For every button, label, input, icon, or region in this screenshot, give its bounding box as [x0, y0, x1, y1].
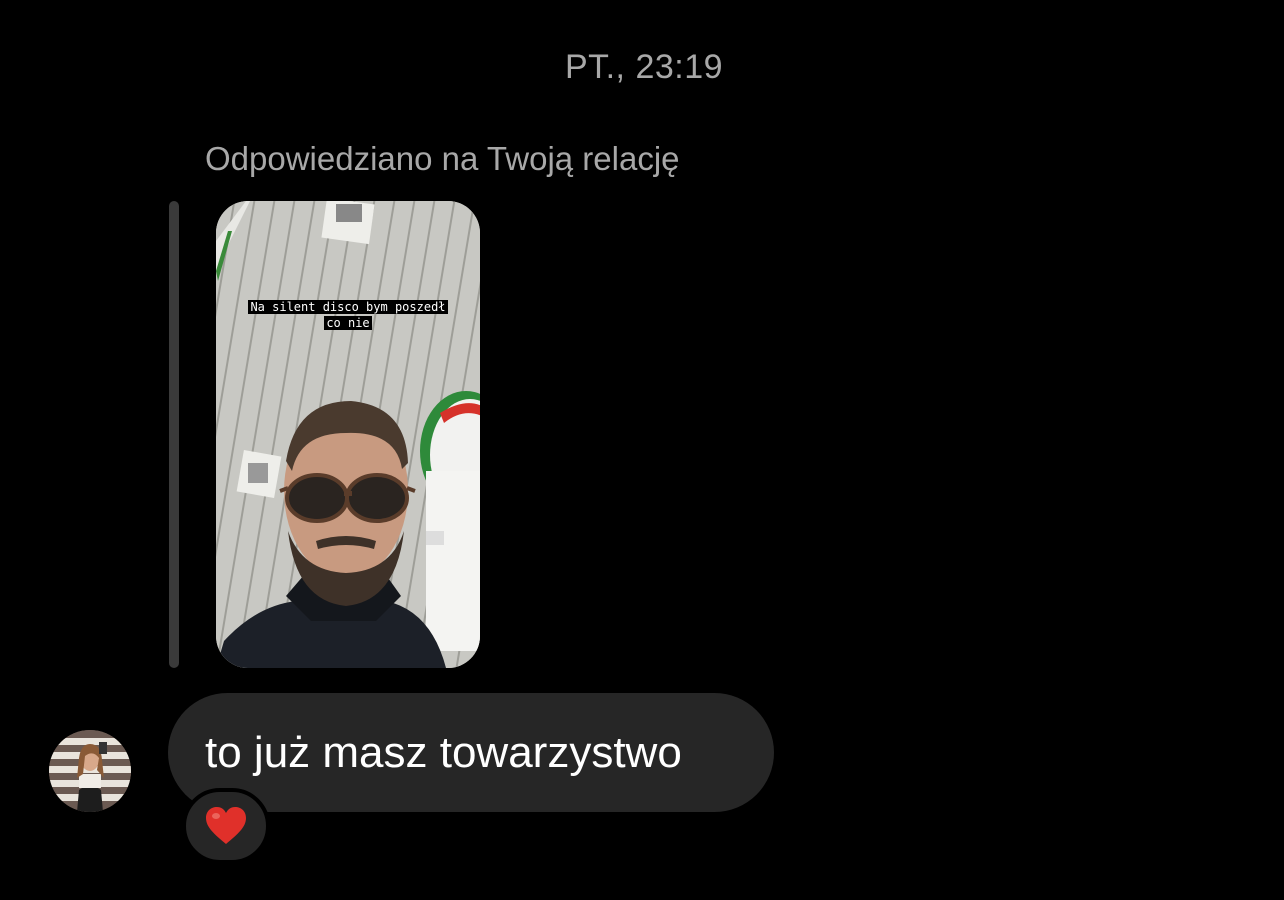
heart-icon [206, 807, 246, 844]
story-photo [216, 201, 480, 668]
message-timestamp: PT., 23:19 [564, 48, 724, 86]
story-reply-header: Odpowiedziano na Twoją relację [205, 140, 680, 177]
sender-avatar[interactable] [49, 730, 131, 812]
reply-quote-bar [169, 201, 179, 668]
message-reaction[interactable] [182, 788, 270, 864]
avatar-photo [49, 730, 131, 812]
story-caption: Na silent disco bym poszedł co nie [216, 299, 480, 331]
message-bubble[interactable]: to już masz towarzystwo [168, 693, 774, 812]
story-caption-line-2: co nie [324, 316, 372, 330]
story-caption-line-1: Na silent disco bym poszedł [248, 300, 448, 314]
message-text: to już masz towarzystwo [205, 728, 682, 777]
story-preview[interactable]: Na silent disco bym poszedł co nie [216, 201, 480, 668]
